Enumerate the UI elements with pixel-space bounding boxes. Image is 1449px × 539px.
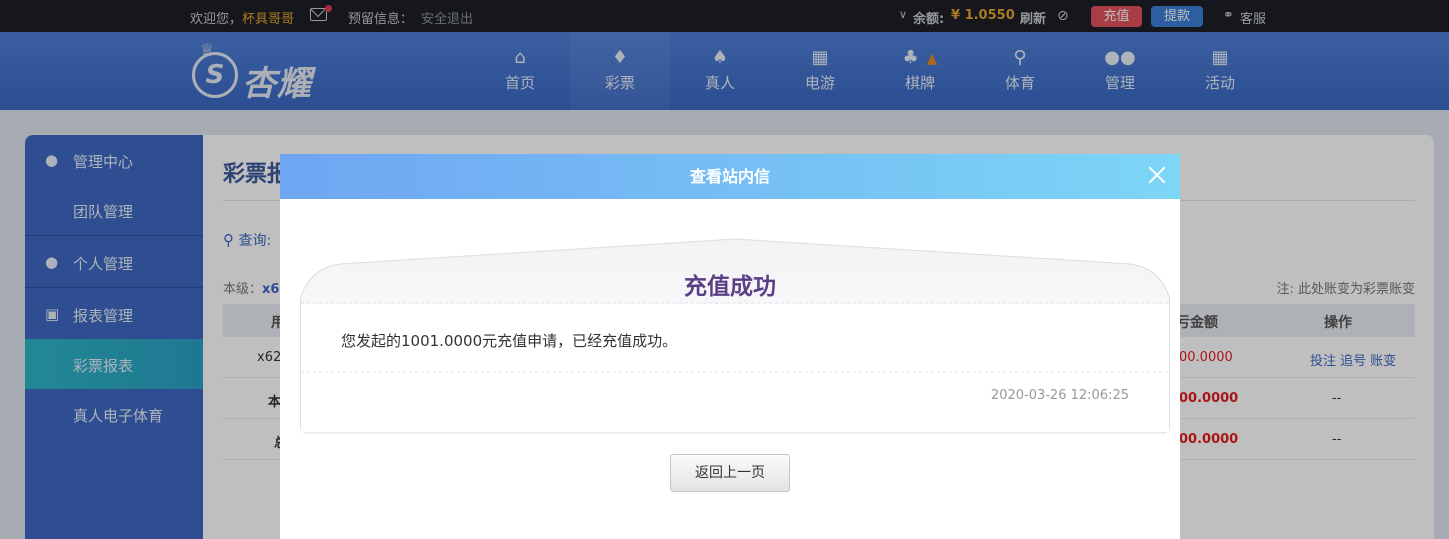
close-icon[interactable]: [1146, 164, 1168, 186]
back-button[interactable]: 返回上一页: [670, 454, 790, 492]
message-modal: 查看站内信 充值成功 您发起的1001.0000元充值申请，已经充值成功。 20…: [280, 154, 1180, 539]
modal-title: 查看站内信: [689, 167, 770, 186]
message-date: 2020-03-26 12:06:25: [990, 388, 1129, 403]
modal-header: 查看站内信: [280, 154, 1180, 199]
message-body: 您发起的1001.0000元充值申请，已经充值成功。: [341, 332, 678, 350]
message-title: 充值成功: [684, 274, 776, 300]
